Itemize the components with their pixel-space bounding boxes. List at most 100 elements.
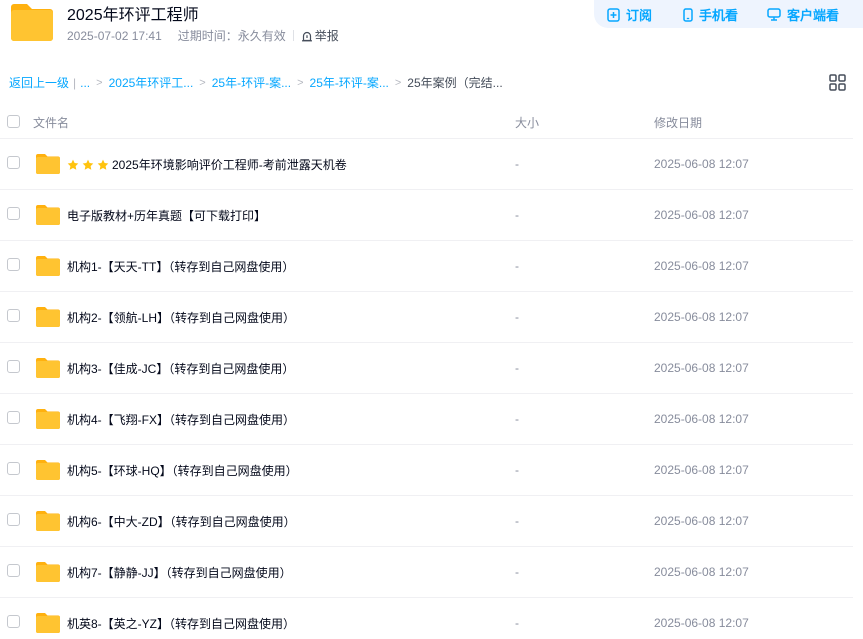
file-row[interactable]: 2025年环境影响评价工程师-考前泄露天机卷 - 2025-06-08 12:07: [0, 139, 853, 190]
row-checkbox[interactable]: [7, 615, 20, 628]
folder-icon: [36, 307, 60, 327]
client-view-button[interactable]: 客户端看: [767, 5, 839, 24]
row-checkbox[interactable]: [7, 360, 20, 373]
chevron-right-icon: >: [96, 76, 103, 89]
file-name[interactable]: 电子版教材+历年真题【可下载打印】: [67, 207, 266, 224]
file-row[interactable]: 机构1-【天天-TT】（转存到自己网盘使用） - 2025-06-08 12:07: [0, 241, 853, 292]
select-all-checkbox[interactable]: [7, 115, 20, 128]
column-header-date[interactable]: 修改日期: [654, 114, 702, 131]
file-name-label: 2025年环境影响评价工程师-考前泄露天机卷: [112, 158, 347, 172]
row-checkbox[interactable]: [7, 513, 20, 526]
file-date: 2025-06-08 12:07: [654, 208, 749, 222]
file-name[interactable]: 机构1-【天天-TT】（转存到自己网盘使用）: [67, 258, 294, 275]
share-date: 2025-07-02 17:41: [67, 28, 162, 43]
file-row[interactable]: 机英8-【英之-YZ】（转存到自己网盘使用） - 2025-06-08 12:07: [0, 598, 853, 639]
file-date: 2025-06-08 12:07: [654, 310, 749, 324]
file-name-label: 机构5-【环球-HQ】（转存到自己网盘使用）: [67, 464, 298, 478]
breadcrumb-item[interactable]: 2025年环评工...: [109, 74, 194, 91]
breadcrumb-separator: |: [73, 75, 77, 90]
file-size: -: [515, 310, 519, 324]
divider: [292, 30, 294, 41]
monitor-icon: [767, 8, 781, 21]
subscribe-button[interactable]: 订阅: [607, 5, 652, 24]
file-date: 2025-06-08 12:07: [654, 157, 749, 171]
file-name-label: 机英8-【英之-YZ】（转存到自己网盘使用）: [67, 617, 296, 631]
file-size: -: [515, 463, 519, 477]
phone-icon: [683, 7, 693, 22]
star-icon: [67, 159, 79, 170]
breadcrumb-ellipsis[interactable]: ...: [80, 76, 90, 90]
mobile-view-label: 手机看: [699, 8, 739, 23]
back-link[interactable]: 返回上一级: [9, 74, 69, 91]
file-name[interactable]: 机构3-【佳成-JC】（转存到自己网盘使用）: [67, 360, 294, 377]
share-actions: 订阅 手机看 客户端看: [594, 0, 863, 28]
file-name[interactable]: 机构7-【静静-JJ】（转存到自己网盘使用）: [67, 564, 292, 581]
row-checkbox[interactable]: [7, 156, 20, 169]
breadcrumb: 返回上一级 | ... > 2025年环评工... > 25年-环评-案... …: [9, 74, 503, 91]
row-checkbox[interactable]: [7, 258, 20, 271]
file-size: -: [515, 616, 519, 630]
file-row[interactable]: 机构7-【静静-JJ】（转存到自己网盘使用） - 2025-06-08 12:07: [0, 547, 853, 598]
share-title: 2025年环评工程师: [67, 7, 199, 24]
folder-icon: [36, 256, 60, 276]
file-name[interactable]: 2025年环境影响评价工程师-考前泄露天机卷: [67, 156, 347, 173]
grid-view-icon[interactable]: [829, 74, 846, 91]
client-view-label: 客户端看: [787, 8, 840, 23]
file-date: 2025-06-08 12:07: [654, 463, 749, 477]
file-row[interactable]: 机构5-【环球-HQ】（转存到自己网盘使用） - 2025-06-08 12:07: [0, 445, 853, 496]
subscribe-label: 订阅: [626, 8, 653, 23]
column-header-size[interactable]: 大小: [515, 114, 539, 131]
file-size: -: [515, 157, 519, 171]
file-size: -: [515, 412, 519, 426]
report-button[interactable]: 举报: [301, 27, 339, 44]
file-name[interactable]: 机构2-【领航-LH】（转存到自己网盘使用）: [67, 309, 295, 326]
folder-icon: [36, 358, 60, 378]
file-date: 2025-06-08 12:07: [654, 361, 749, 375]
file-size: -: [515, 208, 519, 222]
file-row[interactable]: 机构2-【领航-LH】（转存到自己网盘使用） - 2025-06-08 12:07: [0, 292, 853, 343]
file-name[interactable]: 机构4-【飞翔-FX】（转存到自己网盘使用）: [67, 411, 295, 428]
file-date: 2025-06-08 12:07: [654, 565, 749, 579]
file-row[interactable]: 电子版教材+历年真题【可下载打印】 - 2025-06-08 12:07: [0, 190, 853, 241]
file-row[interactable]: 机构6-【中大-ZD】（转存到自己网盘使用） - 2025-06-08 12:07: [0, 496, 853, 547]
star-icon: [82, 159, 94, 170]
file-size: -: [515, 361, 519, 375]
subscribe-icon: [607, 7, 620, 22]
file-name-label: 电子版教材+历年真题【可下载打印】: [67, 209, 267, 223]
breadcrumb-current: 25年案例（完结...: [407, 76, 503, 90]
file-name-label: 机构2-【领航-LH】（转存到自己网盘使用）: [67, 311, 296, 325]
share-header: 2025年环评工程师 2025-07-02 17:41 过期时间：永久有效 举报…: [0, 0, 863, 62]
file-name[interactable]: 机英8-【英之-YZ】（转存到自己网盘使用）: [67, 615, 295, 632]
row-checkbox[interactable]: [7, 462, 20, 475]
file-name-label: 机构1-【天天-TT】（转存到自己网盘使用）: [67, 260, 295, 274]
folder-icon: [36, 460, 60, 480]
breadcrumb-item[interactable]: 25年-环评-案...: [310, 74, 389, 91]
row-checkbox[interactable]: [7, 564, 20, 577]
file-row[interactable]: 机构4-【飞翔-FX】（转存到自己网盘使用） - 2025-06-08 12:07: [0, 394, 853, 445]
row-checkbox[interactable]: [7, 411, 20, 424]
report-label: 举报: [314, 29, 339, 43]
file-date: 2025-06-08 12:07: [654, 412, 749, 426]
file-list: 2025年环境影响评价工程师-考前泄露天机卷 -2025-06-08 12:07 电…: [0, 139, 853, 639]
file-name[interactable]: 机构5-【环球-HQ】（转存到自己网盘使用）: [67, 462, 298, 479]
table-header: 文件名 大小 修改日期: [0, 103, 853, 139]
row-checkbox[interactable]: [7, 207, 20, 220]
file-name[interactable]: 机构6-【中大-ZD】（转存到自己网盘使用）: [67, 513, 296, 530]
folder-icon: [36, 613, 60, 633]
breadcrumb-item[interactable]: 25年-环评-案...: [212, 74, 291, 91]
file-row[interactable]: 机构3-【佳成-JC】（转存到自己网盘使用） - 2025-06-08 12:07: [0, 343, 853, 394]
folder-icon: [36, 511, 60, 531]
report-icon: [301, 31, 312, 41]
file-size: -: [515, 259, 519, 273]
file-name-label: 机构7-【静静-JJ】（转存到自己网盘使用）: [67, 566, 292, 580]
folder-icon: [36, 154, 60, 174]
file-name-label: 机构6-【中大-ZD】（转存到自己网盘使用）: [67, 515, 296, 529]
share-meta: 2025-07-02 17:41 过期时间：永久有效 举报: [67, 27, 339, 44]
share-expiry: 过期时间：永久有效: [177, 29, 286, 43]
column-header-name[interactable]: 文件名: [33, 114, 69, 131]
file-date: 2025-06-08 12:07: [654, 514, 749, 528]
file-size: -: [515, 514, 519, 528]
star-icon: [97, 159, 109, 170]
mobile-view-button[interactable]: 手机看: [683, 5, 738, 24]
row-checkbox[interactable]: [7, 309, 20, 322]
